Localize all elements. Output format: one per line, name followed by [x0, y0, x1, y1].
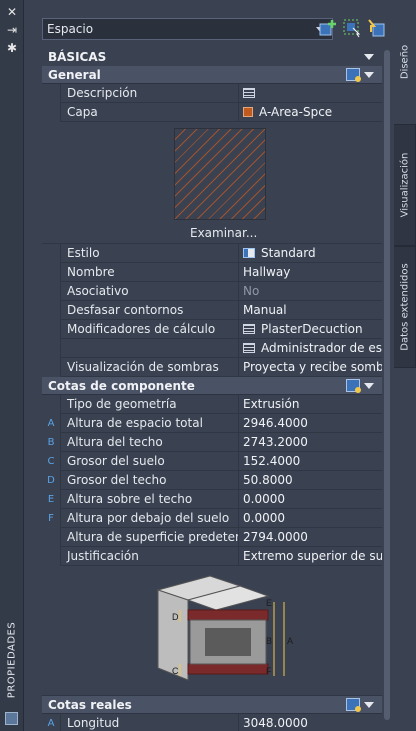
toolbar: Espacio [24, 0, 394, 48]
tab-datos-extendidos[interactable]: Datos extendidos [394, 246, 416, 368]
property-row-sombras[interactable]: Visualización de sombras Proyecta y reci… [42, 358, 382, 377]
tab-diseno[interactable]: Diseño [394, 0, 416, 124]
space-section-illustration: D E B A C F [156, 575, 293, 681]
style-icon [243, 248, 255, 258]
toggle-pickadd-button[interactable] [318, 18, 338, 38]
property-row-altura-sobre-techo[interactable]: E Altura sobre el techo 0.0000 [42, 490, 382, 509]
browse-button[interactable]: Examinar... [190, 226, 257, 240]
property-row-longitud[interactable]: A Longitud 3048.0000 [42, 714, 382, 731]
section-cotas-componente-header[interactable]: Cotas de componente [42, 377, 382, 395]
palette-icon [5, 712, 18, 725]
hatch-preview: Examinar... [42, 122, 382, 244]
properties-panel: BÁSICAS General Descripción Capa A-Area-… [42, 48, 382, 731]
chevron-down-icon[interactable] [364, 72, 374, 78]
auto-hide-icon[interactable]: ⇥ [4, 22, 20, 38]
chevron-down-icon[interactable] [364, 54, 374, 60]
object-type-value: Espacio [47, 22, 94, 36]
close-icon[interactable]: ✕ [4, 4, 20, 20]
property-row-asociativo[interactable]: Asociativo No [42, 282, 382, 301]
palette-title: PROPIEDADES [6, 621, 18, 699]
select-objects-button[interactable] [342, 18, 362, 38]
section-general-header[interactable]: General [42, 66, 382, 84]
dim-label-b: B [266, 636, 272, 646]
quick-select-icon [368, 19, 385, 37]
manager-icon [243, 343, 255, 353]
property-row-nombre[interactable]: Nombre Hallway [42, 263, 382, 282]
quick-select-icon[interactable] [346, 379, 361, 393]
property-row-administrador[interactable]: Administrador de es... [42, 339, 382, 358]
property-row-desfasar[interactable]: Desfasar contornos Manual [42, 301, 382, 320]
property-row-grosor-suelo[interactable]: C Grosor del suelo 152.4000 [42, 452, 382, 471]
palette-tabs: Diseño Visualización Datos extendidos [394, 0, 416, 731]
property-row-altura-techo[interactable]: B Altura del techo 2743.2000 [42, 433, 382, 452]
chevron-down-icon[interactable] [364, 383, 374, 389]
dim-label-e: E [266, 598, 272, 608]
tab-visualizacion[interactable]: Visualización [394, 124, 416, 246]
dim-label-d: D [172, 612, 179, 622]
property-row-capa[interactable]: Capa A-Area-Spce [42, 103, 382, 122]
scrollbar-thumb[interactable] [384, 50, 390, 720]
vertical-scrollbar[interactable] [382, 48, 392, 731]
dim-label-a: A [287, 636, 293, 646]
section-cotas-reales-header[interactable]: Cotas reales [42, 696, 382, 714]
property-row-justificacion[interactable]: Justificación Extremo superior de su... [42, 547, 382, 566]
property-row-grosor-techo[interactable]: D Grosor del techo 50.8000 [42, 471, 382, 490]
settings-icon[interactable]: ✱ [4, 40, 20, 56]
dim-label-c: C [172, 666, 179, 676]
hatch-swatch [174, 128, 266, 220]
chevron-down-icon[interactable] [364, 702, 374, 708]
quick-select-button[interactable] [366, 18, 386, 38]
description-editor-icon[interactable] [243, 88, 255, 98]
property-row-altura-debajo-suelo[interactable]: F Altura por debajo del suelo 0.0000 [42, 509, 382, 528]
layer-color-icon [243, 107, 253, 117]
select-objects-icon [343, 19, 361, 38]
pickadd-icon [319, 20, 336, 36]
property-row-modificadores[interactable]: Modificadores de cálculo PlasterDecuctio… [42, 320, 382, 339]
property-row-altura-total[interactable]: A Altura de espacio total 2946.4000 [42, 414, 382, 433]
object-type-select[interactable]: Espacio [42, 18, 333, 40]
space-dimension-diagram: D E B A C F [42, 566, 382, 696]
property-row-estilo[interactable]: Estilo Standard [42, 244, 382, 263]
quick-select-icon[interactable] [346, 698, 361, 712]
category-basicas[interactable]: BÁSICAS [42, 48, 382, 66]
property-row-tipo-geometria[interactable]: Tipo de geometría Extrusión [42, 395, 382, 414]
dim-label-f: F [266, 666, 272, 676]
quick-select-icon[interactable] [346, 68, 361, 82]
property-row-descripcion[interactable]: Descripción [42, 84, 382, 103]
property-row-altura-superficie[interactable]: Altura de superficie predeter... 2794.00… [42, 528, 382, 547]
palette-title-bar: ✕ ⇥ ✱ PROPIEDADES [0, 0, 24, 731]
modifier-icon [243, 324, 255, 334]
